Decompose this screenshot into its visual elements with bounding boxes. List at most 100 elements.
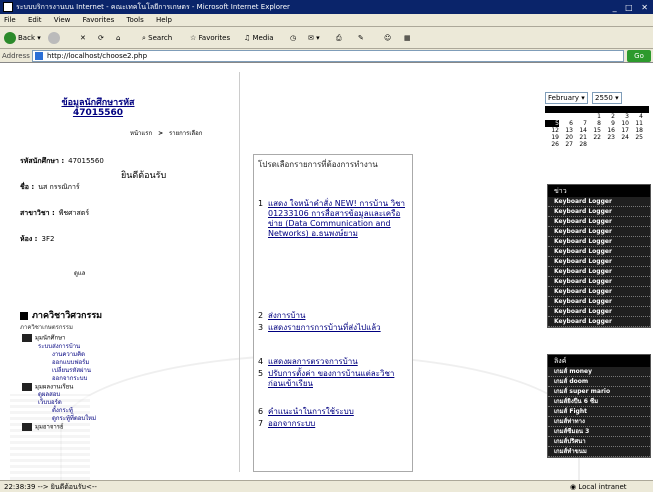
calendar-day[interactable]: 1 bbox=[587, 113, 601, 120]
tree-link[interactable]: ระบบส่งการบ้าน bbox=[22, 343, 96, 351]
forward-button[interactable] bbox=[48, 30, 62, 46]
calendar-day[interactable]: 12 bbox=[545, 127, 559, 134]
calendar-day[interactable]: 3 bbox=[615, 113, 629, 120]
tree-link[interactable]: ดูผลสอบ bbox=[22, 391, 96, 399]
calendar-day[interactable]: 15 bbox=[587, 127, 601, 134]
panel1-item[interactable]: Keyboard Logger bbox=[548, 257, 650, 267]
search-button[interactable]: ⌕ Search bbox=[142, 30, 172, 46]
month-select[interactable]: February ▾ bbox=[545, 92, 588, 104]
tree-link[interactable]: งานความคิด bbox=[22, 351, 96, 359]
panel1-item[interactable]: Keyboard Logger bbox=[548, 217, 650, 227]
panel1-item[interactable]: Keyboard Logger bbox=[548, 307, 650, 317]
calendar-day bbox=[601, 141, 615, 148]
panel1-item[interactable]: Keyboard Logger bbox=[548, 207, 650, 217]
menu-item-2[interactable]: 2 ส่งการบ้าน bbox=[258, 311, 408, 321]
student-room: ห้อง :3F2 bbox=[20, 235, 55, 243]
address-input[interactable]: http://localhost/choose2.php bbox=[32, 50, 624, 62]
calendar-day[interactable]: 14 bbox=[573, 127, 587, 134]
print-button[interactable]: ⎙ bbox=[336, 30, 342, 46]
calendar-day[interactable]: 11 bbox=[629, 120, 643, 127]
panel2-item[interactable]: เกมส์ super mario bbox=[548, 387, 650, 397]
calendar-header-row bbox=[545, 106, 649, 113]
tree-folder: มุมนักศึกษา bbox=[22, 334, 96, 343]
panel2-item[interactable]: เกมส์ทำขนม bbox=[548, 447, 650, 457]
calendar-day[interactable]: 28 bbox=[573, 141, 587, 148]
panel1-item[interactable]: Keyboard Logger bbox=[548, 277, 650, 287]
menu-item-3[interactable]: 3 แสดงรายการการบ้านที่ส่งไปแล้ว bbox=[258, 323, 408, 333]
calendar-day[interactable]: 19 bbox=[545, 134, 559, 141]
tree-link[interactable]: ออกแบบฟอร์ม bbox=[22, 359, 96, 367]
mail-button[interactable]: ✉ ▾ bbox=[308, 30, 320, 46]
panel1-item[interactable]: Keyboard Logger bbox=[548, 297, 650, 307]
panel2-item[interactable]: เกมส์ doom bbox=[548, 377, 650, 387]
calendar-day[interactable]: 18 bbox=[629, 127, 643, 134]
calendar-day[interactable]: 8 bbox=[587, 120, 601, 127]
menu-edit[interactable]: Edit bbox=[28, 16, 42, 24]
panel1-item[interactable]: Keyboard Logger bbox=[548, 317, 650, 327]
history-button[interactable]: ◷ bbox=[290, 30, 296, 46]
calendar-day[interactable]: 7 bbox=[573, 120, 587, 127]
panel2-item[interactable]: เกมส์ปริศนา bbox=[548, 437, 650, 447]
panel1-item[interactable]: Keyboard Logger bbox=[548, 227, 650, 237]
stop-button[interactable]: ✕ bbox=[80, 30, 86, 46]
tree-link[interactable]: ตั้งกระทู้ bbox=[22, 407, 96, 415]
calendar-day[interactable]: 27 bbox=[559, 141, 573, 148]
calendar-day[interactable]: 20 bbox=[559, 134, 573, 141]
calendar-day[interactable]: 25 bbox=[629, 134, 643, 141]
favorites-button[interactable]: ☆ Favorites bbox=[190, 30, 230, 46]
student-id: รหัสนักศึกษา :47015560 bbox=[20, 157, 104, 165]
menu-file[interactable]: File bbox=[4, 16, 16, 24]
window-controls[interactable]: _ □ ✕ bbox=[613, 1, 651, 14]
go-button[interactable]: Go bbox=[627, 50, 651, 62]
calendar-day[interactable]: 9 bbox=[601, 120, 615, 127]
calendar-day[interactable]: 23 bbox=[601, 134, 615, 141]
menu-item-6[interactable]: 6 คำแนะนำในการใช้ระบบ bbox=[258, 407, 408, 417]
panel2-item[interactable]: เกมส์ท่าทาง bbox=[548, 417, 650, 427]
panel2-item[interactable]: เกมส์ซีมอน 3 bbox=[548, 427, 650, 437]
calendar-day[interactable]: 2 bbox=[601, 113, 615, 120]
calendar-day[interactable]: 10 bbox=[615, 120, 629, 127]
panel1-item[interactable]: Keyboard Logger bbox=[548, 197, 650, 207]
panel1-item[interactable]: Keyboard Logger bbox=[548, 287, 650, 297]
calendar-day[interactable]: 21 bbox=[573, 134, 587, 141]
panel2-item[interactable]: เกมส์ Fight bbox=[548, 407, 650, 417]
calendar-day[interactable]: 22 bbox=[587, 134, 601, 141]
calendar-day[interactable]: 26 bbox=[545, 141, 559, 148]
calendar-day bbox=[545, 113, 559, 120]
menu-item-4[interactable]: 4 แสดงผลการตรวจการบ้าน bbox=[258, 357, 408, 367]
student-small-note: ดูแล bbox=[74, 270, 86, 277]
panel2-item[interactable]: เกมส์ money bbox=[548, 367, 650, 377]
menu-item-7[interactable]: 7 ออกจากระบบ bbox=[258, 419, 408, 429]
breadcrumb-home[interactable]: หน้าแรก bbox=[130, 130, 152, 137]
calendar-day[interactable]: 17 bbox=[615, 127, 629, 134]
edit-button[interactable]: ✎ bbox=[358, 30, 364, 46]
menu-item-1[interactable]: 1 แสดง ใจหน้าคำสั่ง NEW! การบ้าน วิชา 01… bbox=[258, 199, 408, 239]
tree-link[interactable]: ออกจากระบบ bbox=[22, 375, 96, 383]
calendar-day[interactable]: 24 bbox=[615, 134, 629, 141]
panel2-item[interactable]: เกมส์ยิงปืน 6 ซีม bbox=[548, 397, 650, 407]
panel1-item[interactable]: Keyboard Logger bbox=[548, 267, 650, 277]
home-button[interactable]: ⌂ bbox=[116, 30, 120, 46]
tree-link[interactable]: ดูกระทู้ที่ตอบใหม่ bbox=[22, 415, 96, 423]
menu-favorites[interactable]: Favorites bbox=[83, 16, 115, 24]
calendar-day[interactable]: 13 bbox=[559, 127, 573, 134]
calendar-day[interactable]: 6 bbox=[559, 120, 573, 127]
calendar-day[interactable]: 5 bbox=[545, 120, 559, 127]
panel1-item[interactable]: Keyboard Logger bbox=[548, 237, 650, 247]
tree-link[interactable]: เปลี่ยนรหัสผ่าน bbox=[22, 367, 96, 375]
messenger-button[interactable]: ☺ bbox=[384, 30, 391, 46]
media-button[interactable]: ♫ Media bbox=[244, 30, 274, 46]
back-button[interactable]: Back ▾ bbox=[4, 30, 41, 46]
panel1-item[interactable]: Keyboard Logger bbox=[548, 247, 650, 257]
tree-link[interactable]: เว็บบอร์ด bbox=[22, 399, 96, 407]
calendar-day[interactable]: 4 bbox=[629, 113, 643, 120]
menu-tools[interactable]: Tools bbox=[126, 16, 143, 24]
research-button[interactable]: ▦ bbox=[404, 30, 411, 46]
refresh-button[interactable]: ⟳ bbox=[98, 30, 104, 46]
menu-help[interactable]: Help bbox=[156, 16, 172, 24]
menu-item-5[interactable]: 5 ปรับการตั้งค่า ของการบ้านแต่ละวิชา ก่อ… bbox=[258, 369, 408, 389]
calendar-day[interactable]: 16 bbox=[601, 127, 615, 134]
year-select[interactable]: 2550 ▾ bbox=[592, 92, 622, 104]
menu-view[interactable]: View bbox=[54, 16, 71, 24]
section-heading: ภาควิชาวิศวกรรม bbox=[20, 308, 102, 322]
